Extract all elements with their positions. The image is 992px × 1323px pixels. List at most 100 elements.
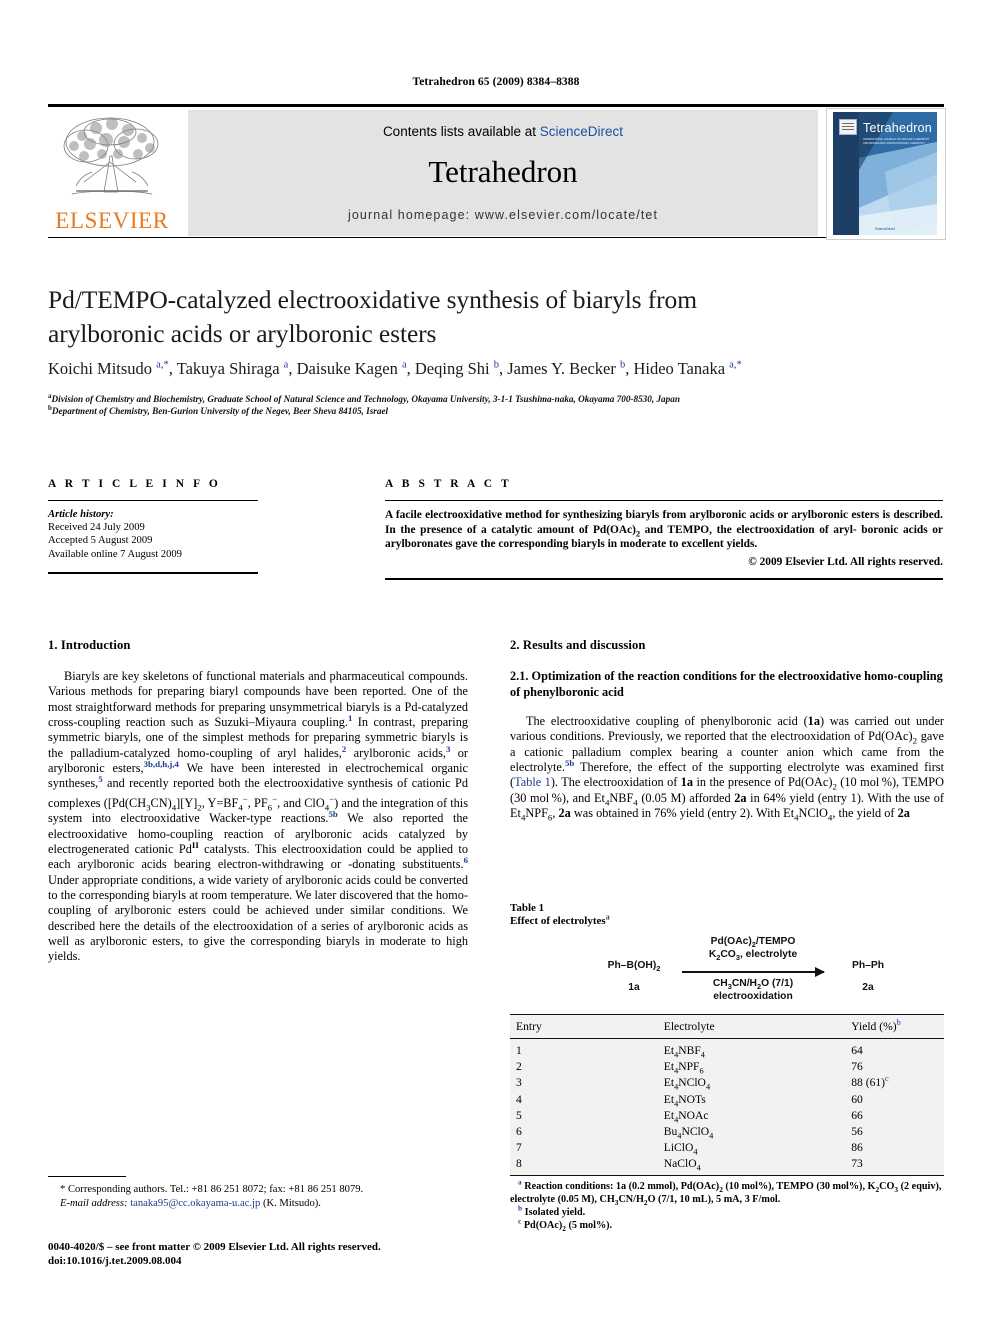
journal-homepage[interactable]: journal homepage: www.elsevier.com/locat… bbox=[188, 208, 818, 222]
scheme-product: Ph–Ph 2a bbox=[828, 960, 908, 993]
abstract-top-rule bbox=[385, 500, 943, 501]
scheme-conditions-below: CH3CN/H2O (7/1) electrooxidation bbox=[675, 978, 831, 1003]
journal-cover-image: Tetrahedron INTERNATIONAL JOURNAL OF ORG… bbox=[826, 108, 946, 240]
running-head: Tetrahedron 65 (2009) 8384–8388 bbox=[412, 76, 580, 88]
cell-electrolyte: Bu4NClO4 bbox=[663, 1124, 714, 1141]
colophon-issn: 0040-4020/$ – see front matter © 2009 El… bbox=[48, 1241, 381, 1253]
scheme-solvent: CH3CN/H2O (7/1) bbox=[712, 978, 794, 992]
table-row: 4 Et4NOTs 60 bbox=[510, 1091, 944, 1108]
results-paragraph: The electrooxidative coupling of phenylb… bbox=[510, 714, 945, 823]
affiliation-b: bDepartment of Chemistry, Ben-Gurion Uni… bbox=[48, 404, 389, 417]
footnote-rule bbox=[48, 1176, 126, 1177]
col-header-electrolyte: Electrolyte bbox=[663, 1014, 852, 1039]
cell-yield: 64 bbox=[851, 1044, 863, 1057]
cell-entry: 4 bbox=[516, 1092, 522, 1106]
cell-yield: 73 bbox=[851, 1157, 863, 1171]
table-row: 7 LiClO4 86 bbox=[510, 1140, 944, 1156]
history-accepted: Accepted 5 August 2009 bbox=[48, 535, 153, 547]
cell-entry: 7 bbox=[516, 1141, 522, 1155]
journal-title: Tetrahedron bbox=[428, 154, 578, 189]
email-link[interactable]: tanaka95@cc.okayama-u.ac.jp bbox=[130, 1198, 260, 1209]
cover-publisher-badge bbox=[839, 119, 857, 135]
col-header-yield: Yield (%)b bbox=[851, 1014, 944, 1039]
scheme-substrate: Ph–B(OH)2 1a bbox=[588, 960, 680, 993]
corresponding-tel: * Corresponding authors. Tel.: +81 86 25… bbox=[60, 1184, 364, 1195]
corresponding-email-line: E-mail address: tanaka95@cc.okayama-u.ac… bbox=[48, 1197, 468, 1211]
sciencedirect-link[interactable]: ScienceDirect bbox=[540, 124, 623, 139]
table-caption: Effect of electrolytesa bbox=[510, 912, 610, 927]
table-row: 8 NaClO4 73 bbox=[510, 1156, 944, 1176]
masthead-bottom-rule bbox=[48, 237, 944, 238]
journal-band: Contents lists available at ScienceDirec… bbox=[188, 110, 818, 236]
table-head: Entry Electrolyte Yield (%)b bbox=[510, 1014, 944, 1039]
abstract-copyright: © 2009 Elsevier Ltd. All rights reserved… bbox=[748, 556, 943, 568]
scheme-base: K2CO3, electrolyte bbox=[708, 948, 798, 962]
contents-available-line: Contents lists available at ScienceDirec… bbox=[188, 124, 818, 139]
paper-page: Tetrahedron 65 (2009) 8384–8388 ELSEVIER… bbox=[0, 0, 992, 1323]
cell-yield: 86 bbox=[851, 1141, 863, 1155]
reaction-scheme: Ph–B(OH)2 1a Pd(OAc)2/TEMPO K2CO3, elect… bbox=[510, 932, 944, 1010]
table-row: 2 Et4NPF6 76 bbox=[510, 1059, 944, 1075]
scheme-method: electrooxidation bbox=[713, 990, 793, 1002]
scheme-substrate-formula: Ph–B(OH)2 bbox=[607, 960, 661, 974]
table-1-block: Table 1 Effect of electrolytesa Ph–B(OH)… bbox=[510, 902, 944, 1233]
scheme-product-formula: Ph–Ph bbox=[851, 960, 885, 971]
cell-yield: 60 bbox=[851, 1092, 863, 1106]
table-note-b: b Isolated yield. bbox=[518, 1203, 586, 1219]
cell-electrolyte: Et4NBF4 bbox=[663, 1044, 705, 1060]
masthead-top-rule bbox=[48, 104, 944, 107]
column-right: 2. Results and discussion 2.1. Optimizat… bbox=[510, 638, 945, 823]
table-row: 1 Et4NBF4 64 bbox=[510, 1039, 944, 1059]
table-note-a: a Reaction conditions: 1a (0.2 mmol), Pd… bbox=[510, 1177, 942, 1208]
table-footnotes: a Reaction conditions: 1a (0.2 mmol), Pd… bbox=[510, 1177, 944, 1233]
cell-entry: 1 bbox=[516, 1044, 522, 1057]
cell-yield: 66 bbox=[851, 1108, 863, 1122]
scheme-reagents-above: Pd(OAc)2/TEMPO K2CO3, electrolyte bbox=[675, 936, 831, 961]
history-online: Available online 7 August 2009 bbox=[48, 548, 182, 560]
table-header-row: Entry Electrolyte Yield (%)b bbox=[510, 1014, 944, 1039]
email-label: E-mail address: bbox=[60, 1197, 128, 1209]
corresponding-author-note: * Corresponding authors. Tel.: +81 86 25… bbox=[48, 1183, 468, 1210]
article-history: Article history: Received 24 July 2009 A… bbox=[48, 508, 278, 561]
page-title: Pd/TEMPO-catalyzed electrooxidative synt… bbox=[48, 285, 697, 348]
scheme-catalyst: Pd(OAc)2/TEMPO bbox=[710, 936, 796, 950]
email-attribution: (K. Mitsudo). bbox=[262, 1197, 321, 1209]
colophon: 0040-4020/$ – see front matter © 2009 El… bbox=[48, 1240, 488, 1268]
cover-bottom-text: ScienceDirect bbox=[875, 227, 895, 231]
cell-entry: 8 bbox=[516, 1157, 522, 1171]
cell-entry: 5 bbox=[516, 1108, 522, 1122]
elsevier-logo: ELSEVIER bbox=[48, 110, 176, 236]
article-info-heading: A R T I C L E I N F O bbox=[48, 478, 221, 490]
cell-electrolyte: Et4NOTs bbox=[663, 1092, 706, 1108]
info-bottom-rule bbox=[48, 572, 258, 574]
info-top-rule bbox=[48, 500, 258, 501]
table-row: 6 Bu4NClO4 56 bbox=[510, 1123, 944, 1141]
table-row: 3 Et4NClO4 88 (61)c bbox=[510, 1074, 944, 1092]
column-left: 1. Introduction Biaryls are key skeleton… bbox=[48, 638, 468, 965]
heading-subsection: 2.1. Optimization of the reaction condit… bbox=[510, 669, 943, 699]
elsevier-wordmark: ELSEVIER bbox=[55, 208, 169, 233]
heading-results: 2. Results and discussion bbox=[510, 638, 646, 652]
table-row: 5 Et4NOAc 66 bbox=[510, 1107, 944, 1124]
col-header-entry: Entry bbox=[510, 1014, 664, 1039]
cell-electrolyte: Et4NClO4 bbox=[663, 1076, 711, 1092]
journal-masthead: ELSEVIER Contents lists available at Sci… bbox=[48, 104, 946, 240]
cover-subtitle: INTERNATIONAL JOURNAL OF ORGANIC CHEMIST… bbox=[863, 138, 930, 145]
affiliation-a: aDivision of Chemistry and Biochemistry,… bbox=[48, 391, 680, 404]
electrolyte-results-table: Entry Electrolyte Yield (%)b 1 Et4NBF4 6… bbox=[510, 1014, 944, 1177]
cell-electrolyte: LiClO4 bbox=[663, 1141, 698, 1157]
cell-yield: 88 (61)c bbox=[851, 1074, 889, 1090]
scheme-product-label: 2a bbox=[862, 982, 874, 993]
cell-entry: 6 bbox=[516, 1124, 522, 1138]
scheme-arrow bbox=[682, 967, 825, 977]
cell-yield: 76 bbox=[851, 1060, 863, 1074]
cell-yield: 56 bbox=[851, 1124, 863, 1138]
author-list: Koichi Mitsudo a,*, Takuya Shiraga a, Da… bbox=[48, 359, 742, 378]
abstract-text: A facile electrooxidative method for syn… bbox=[385, 509, 943, 551]
elsevier-tree-icon bbox=[63, 117, 159, 195]
cell-entry: 3 bbox=[516, 1076, 522, 1090]
abstract-heading: A B S T R A C T bbox=[385, 478, 512, 490]
table-number: Table 1 bbox=[510, 902, 545, 914]
cell-electrolyte: Et4NPF6 bbox=[663, 1060, 704, 1076]
contents-prefix: Contents lists available at bbox=[382, 124, 540, 139]
